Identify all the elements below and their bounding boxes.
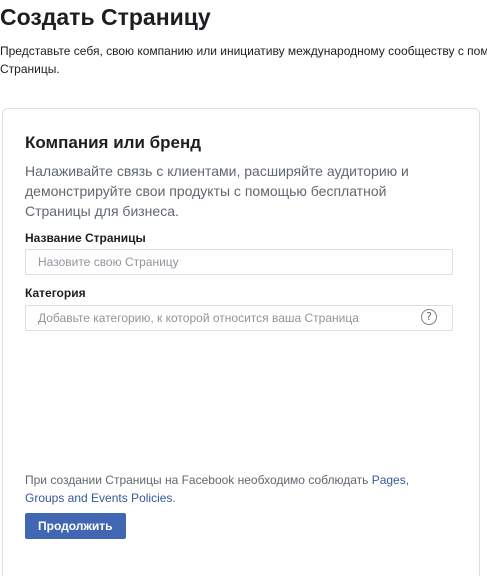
create-page-screen: Создать Страницу Представьте себя, свою … [0, 0, 487, 576]
policies-link-continued[interactable]: Groups and Events Policies [25, 491, 172, 505]
page-description-line: Страницы. [0, 62, 60, 76]
card-description: Налаживайте связь с клиентами, расширяйт… [25, 161, 445, 221]
card-description-line: Налаживайте связь с клиентами, расширяйт… [25, 163, 409, 179]
business-or-brand-card: Компания или бренд Налаживайте связь с к… [2, 108, 480, 576]
page-description-line: Представьте себя, свою компанию или иниц… [0, 44, 487, 58]
page-title: Создать Страницу [0, 4, 211, 30]
category-label: Категория [25, 286, 86, 300]
policies-link[interactable]: Pages, [372, 473, 409, 487]
card-title: Компания или бренд [25, 133, 202, 152]
category-input[interactable] [25, 305, 453, 331]
continue-button[interactable]: Продолжить [25, 513, 126, 539]
policy-line: При создании Страницы на Facebook необхо… [25, 471, 455, 489]
page-description: Представьте себя, свою компанию или иниц… [0, 42, 487, 78]
policy-notice: При создании Страницы на Facebook необхо… [25, 471, 455, 507]
policy-period: . [172, 491, 176, 505]
card-description-line: демонстрируйте свои продукты с помощью б… [25, 183, 387, 199]
question-mark-circle-icon[interactable]: ? [421, 309, 437, 325]
policy-line: Groups and Events Policies. [25, 489, 455, 507]
page-name-input[interactable] [25, 249, 453, 275]
page-name-label: Название Страницы [25, 231, 146, 245]
policy-text: При создании Страницы на Facebook необхо… [25, 473, 372, 487]
card-description-line: Страницы для бизнеса. [25, 203, 179, 219]
